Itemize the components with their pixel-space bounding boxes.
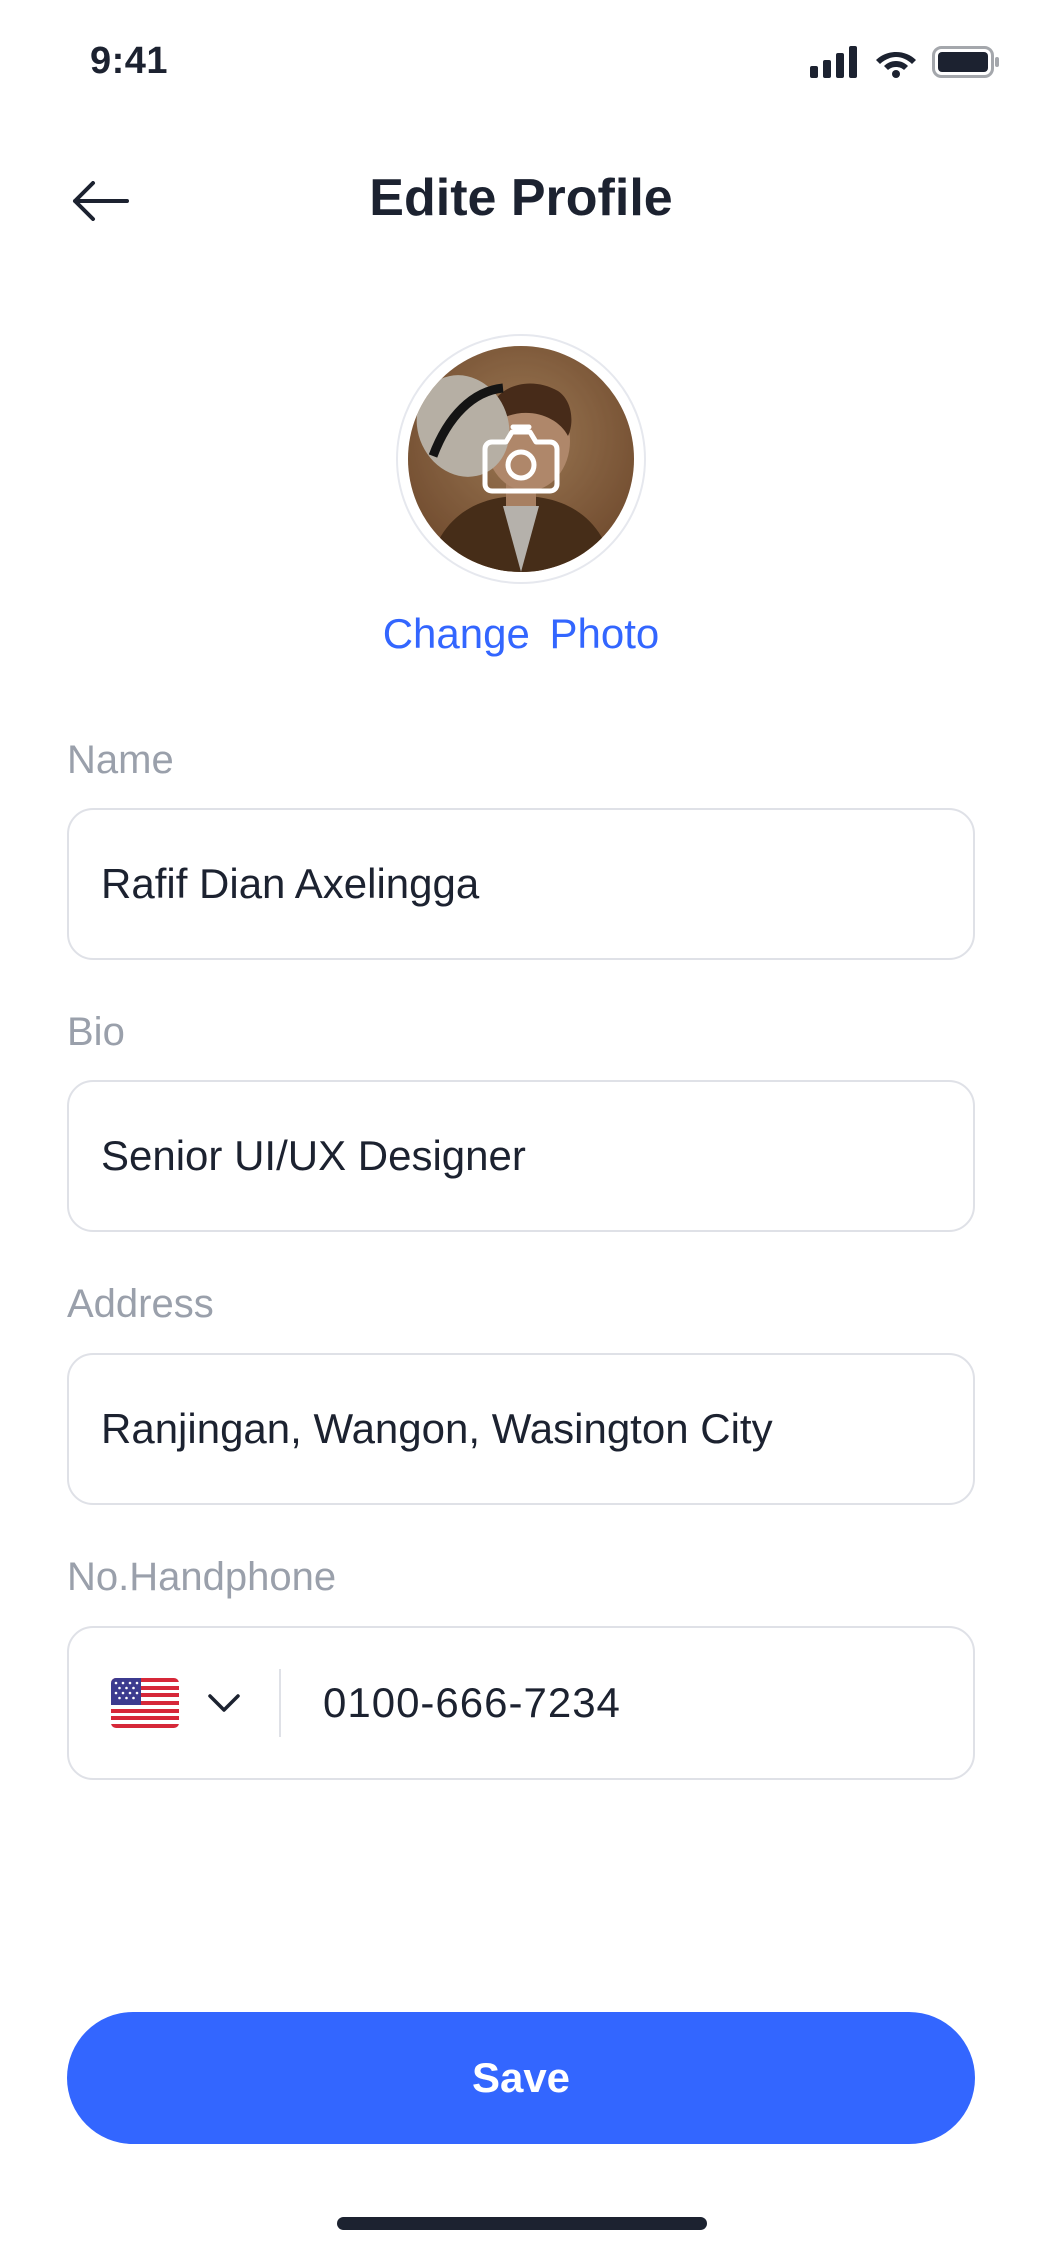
camera-icon[interactable] — [482, 424, 560, 494]
save-button[interactable]: Save — [67, 2012, 975, 2144]
home-indicator — [337, 2217, 707, 2230]
name-field[interactable]: Rafif Dian Axelingga — [67, 808, 975, 960]
phone-value[interactable]: 0100-666-7234 — [281, 1679, 621, 1727]
phone-label: No.Handphone — [67, 1555, 337, 1599]
change-photo-link[interactable]: Change Photo — [0, 610, 1042, 658]
us-flag-icon — [111, 1678, 179, 1728]
address-value[interactable]: Ranjingan, Wangon, Wasington City — [69, 1405, 773, 1453]
address-field[interactable]: Ranjingan, Wangon, Wasington City — [67, 1353, 975, 1505]
name-value[interactable]: Rafif Dian Axelingga — [69, 860, 479, 908]
bio-value[interactable]: Senior UI/UX Designer — [69, 1132, 526, 1180]
phone-field[interactable]: 0100-666-7234 — [67, 1626, 975, 1780]
bio-field[interactable]: Senior UI/UX Designer — [67, 1080, 975, 1232]
avatar-frame[interactable] — [396, 334, 646, 584]
address-label: Address — [67, 1282, 214, 1326]
status-time: 9:41 — [90, 40, 169, 82]
avatar[interactable] — [408, 346, 634, 572]
signal-icon — [810, 46, 857, 78]
country-code-select[interactable] — [69, 1628, 241, 1778]
battery-icon — [932, 46, 999, 78]
name-label: Name — [67, 738, 174, 782]
wifi-icon — [876, 52, 916, 78]
chevron-down-icon[interactable] — [207, 1693, 241, 1713]
status-icons — [810, 46, 1000, 78]
page-title: Edite Profile — [369, 169, 673, 227]
bio-label: Bio — [67, 1010, 125, 1054]
